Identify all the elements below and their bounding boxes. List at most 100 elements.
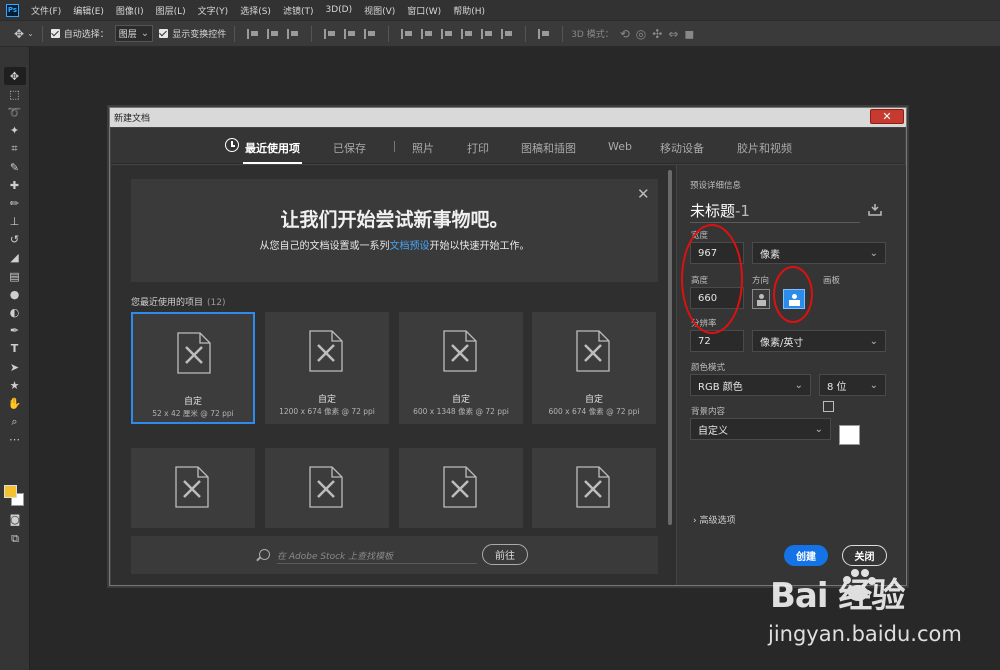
auto-select-dropdown[interactable]: 图层 ⌄ [114, 25, 154, 42]
marquee-tool-icon[interactable]: ⬚ [4, 85, 26, 103]
tab-film-video[interactable]: 胶片和视频 [737, 140, 792, 156]
distribute-hcenter-icon[interactable] [481, 28, 493, 39]
menu-layer[interactable]: 图层(L) [156, 4, 186, 17]
brush-tool-icon[interactable]: ✏ [4, 194, 26, 212]
document-name-field[interactable]: 未标题-1 [690, 200, 750, 221]
dodge-tool-icon[interactable]: ◐ [4, 303, 26, 321]
tab-mobile[interactable]: 移动设备 [660, 140, 704, 156]
recent-item-card[interactable]: 自定 600 x 674 像素 @ 72 ppi [532, 312, 656, 424]
align-hcenter-icon[interactable] [344, 28, 356, 39]
align-bottom-icon[interactable] [287, 28, 299, 39]
color-mode-dropdown[interactable]: RGB 颜色 ⌄ [690, 374, 811, 396]
screen-mode-icon[interactable]: ⧉ [4, 530, 26, 548]
save-preset-icon[interactable] [868, 204, 882, 216]
menu-3d[interactable]: 3D(D) [325, 5, 352, 15]
menu-window[interactable]: 窗口(W) [407, 4, 441, 17]
pen-tool-icon[interactable]: ✒ [4, 322, 26, 340]
3d-roll-icon[interactable]: ◎ [636, 27, 646, 41]
distribute-vcenter-icon[interactable] [421, 28, 433, 39]
clone-stamp-tool-icon[interactable]: ⊥ [4, 213, 26, 231]
presets-scrollbar[interactable] [668, 170, 672, 525]
adobe-stock-search-bar: 在 Adobe Stock 上查找模板 前往 [131, 536, 658, 574]
recent-item-card[interactable] [131, 448, 255, 528]
background-contents-dropdown[interactable]: 自定义 ⌄ [690, 418, 831, 440]
menu-edit[interactable]: 编辑(E) [73, 4, 104, 17]
more-tools-icon[interactable]: ⋯ [4, 431, 26, 449]
close-banner-icon[interactable]: ✕ [637, 185, 650, 203]
crop-tool-icon[interactable]: ⌗ [4, 140, 26, 158]
document-icon [576, 330, 610, 372]
background-color-swatch[interactable] [839, 425, 860, 445]
document-icon [177, 332, 211, 374]
history-brush-tool-icon[interactable]: ↺ [4, 231, 26, 249]
recent-item-info: 52 x 42 厘米 @ 72 ppi [152, 409, 234, 418]
width-unit-dropdown[interactable]: 像素 ⌄ [752, 242, 886, 264]
tab-saved[interactable]: 已保存 [333, 140, 366, 156]
stock-search-input[interactable]: 在 Adobe Stock 上查找模板 [277, 547, 477, 564]
advanced-options-toggle[interactable]: › 高级选项 [693, 513, 736, 526]
menu-file[interactable]: 文件(F) [31, 4, 61, 17]
recent-item-card[interactable] [399, 448, 523, 528]
path-selection-tool-icon[interactable]: ➤ [4, 358, 26, 376]
eraser-tool-icon[interactable]: ◢ [4, 249, 26, 267]
eyedropper-tool-icon[interactable]: ✎ [4, 158, 26, 176]
type-tool-icon[interactable]: T [4, 340, 26, 358]
tab-recent[interactable]: 最近使用项 [245, 140, 300, 156]
zoom-tool-icon[interactable]: ⌕ [4, 413, 26, 431]
align-top-icon[interactable] [247, 28, 259, 39]
options-bar: ✥ ⌄ 自动选择： 图层 ⌄ 显示变换控件 3D 模式： ⟲ ◎ ✣ ⇔ ◼ [0, 20, 1000, 47]
foreground-color-swatch[interactable] [4, 485, 17, 498]
tab-art-illustration[interactable]: 图稿和插图 [521, 140, 576, 156]
lasso-tool-icon[interactable]: ➰ [4, 103, 26, 121]
portrait-orientation-button[interactable] [752, 289, 770, 309]
document-presets-link[interactable]: 文档预设 [390, 241, 430, 252]
distribute-top-icon[interactable] [401, 28, 413, 39]
menu-view[interactable]: 视图(V) [364, 4, 395, 17]
tab-web[interactable]: Web [608, 140, 632, 153]
menu-image[interactable]: 图像(I) [116, 4, 144, 17]
menu-help[interactable]: 帮助(H) [453, 4, 485, 17]
quick-mask-icon[interactable]: ◙ [4, 510, 26, 528]
distribute-right-icon[interactable] [501, 28, 513, 39]
3d-pan-icon[interactable]: ✣ [652, 27, 662, 41]
recent-item-card[interactable] [265, 448, 389, 528]
tab-photo[interactable]: 照片 [412, 140, 434, 156]
distribute-bottom-icon[interactable] [441, 28, 453, 39]
bit-depth-dropdown[interactable]: 8 位 ⌄ [819, 374, 886, 396]
active-tab-indicator [243, 162, 302, 164]
bit-depth-value: 8 位 [827, 381, 847, 393]
stock-go-button[interactable]: 前往 [482, 544, 528, 565]
hand-tool-icon[interactable]: ✋ [4, 394, 26, 412]
recent-item-card[interactable]: 自定 52 x 42 厘米 @ 72 ppi [131, 312, 255, 424]
tab-print[interactable]: 打印 [467, 140, 489, 156]
move-tool-icon[interactable]: ✥ [3, 67, 26, 86]
menu-select[interactable]: 选择(S) [240, 4, 271, 17]
align-left-icon[interactable] [324, 28, 336, 39]
tool-preset-chevron-icon[interactable]: ⌄ [27, 29, 34, 38]
magic-wand-tool-icon[interactable]: ✦ [4, 122, 26, 140]
blur-tool-icon[interactable]: ● [4, 285, 26, 303]
gradient-tool-icon[interactable]: ▤ [4, 267, 26, 285]
3d-orbit-icon[interactable]: ⟲ [620, 27, 630, 41]
3d-slide-icon[interactable]: ⇔ [668, 27, 678, 41]
align-right-icon[interactable] [364, 28, 376, 39]
auto-align-icon[interactable] [538, 28, 550, 39]
dialog-close-button[interactable]: ✕ [870, 109, 904, 124]
align-vcenter-icon[interactable] [267, 28, 279, 39]
artboard-checkbox[interactable] [823, 401, 834, 412]
move-tool-icon[interactable]: ✥ [14, 27, 24, 41]
auto-select-checkbox[interactable] [50, 29, 60, 38]
menu-type[interactable]: 文字(Y) [198, 4, 229, 17]
recent-item-card[interactable]: 自定 600 x 1348 像素 @ 72 ppi [399, 312, 523, 424]
recent-item-card[interactable] [532, 448, 656, 528]
document-icon [175, 466, 209, 508]
show-transform-checkbox[interactable] [159, 29, 169, 38]
shape-tool-icon[interactable]: ★ [4, 376, 26, 394]
healing-brush-tool-icon[interactable]: ✚ [4, 176, 26, 194]
distribute-left-icon[interactable] [461, 28, 473, 39]
resolution-input[interactable]: 72 [690, 330, 744, 352]
3d-camera-icon[interactable]: ◼ [684, 27, 694, 41]
resolution-unit-dropdown[interactable]: 像素/英寸 ⌄ [752, 330, 886, 352]
menu-filter[interactable]: 滤镜(T) [283, 4, 314, 17]
recent-item-card[interactable]: 自定 1200 x 674 像素 @ 72 ppi [265, 312, 389, 424]
